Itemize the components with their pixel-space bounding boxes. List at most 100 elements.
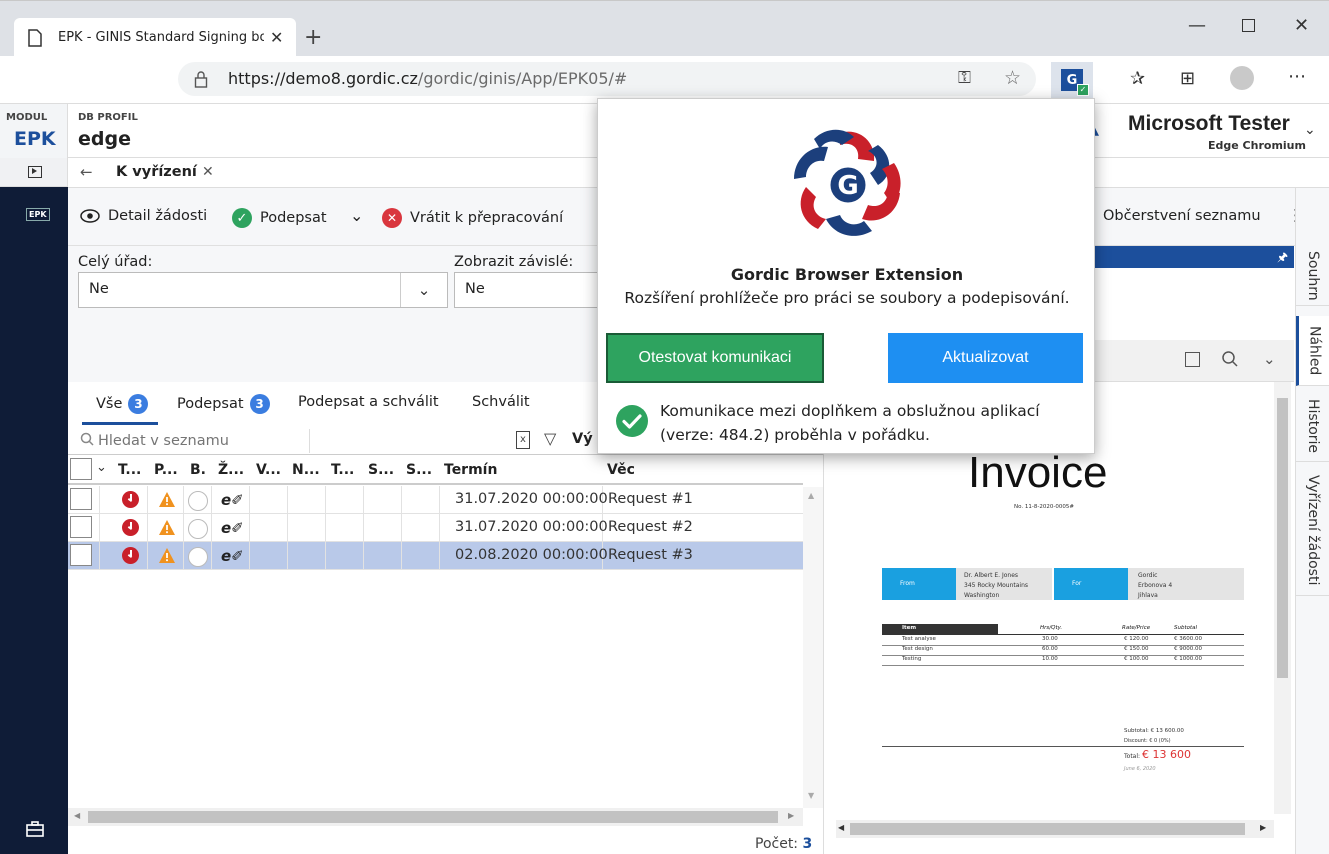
preview-hscroll-thumb[interactable] <box>850 823 1245 835</box>
table-vscroll[interactable]: ▲ ▼ <box>803 487 823 808</box>
signature-icon: e✐ <box>221 491 244 509</box>
search-icon <box>80 432 94 446</box>
invoice-col-item: Item <box>902 625 917 631</box>
favorites-icon[interactable]: ✰ <box>1130 68 1145 89</box>
tab-all[interactable]: Vše 3 <box>96 394 149 414</box>
row-checkbox[interactable] <box>70 516 92 538</box>
search-input[interactable] <box>98 429 310 453</box>
filter-icon[interactable]: ▽ <box>544 429 556 448</box>
table-row[interactable]: e✐ 02.08.2020 00:00:00 Request #3 <box>68 542 803 570</box>
test-communication-button[interactable]: Otestovat komunikaci <box>606 333 824 383</box>
col-header-s2[interactable]: S... <box>406 462 432 478</box>
briefcase-icon[interactable] <box>26 821 44 837</box>
col-header-n[interactable]: N... <box>292 462 320 478</box>
office-filter-select[interactable]: Ne <box>78 272 448 308</box>
more-menu-icon[interactable]: ⋯ <box>1288 66 1306 87</box>
preview-chevron-icon[interactable]: ⌄ <box>1263 350 1276 368</box>
nav-toggle[interactable] <box>0 158 68 187</box>
tab-sign[interactable]: Podepsat 3 <box>177 394 270 414</box>
gordic-extension-icon[interactable]: G ✓ <box>1051 62 1093 98</box>
invoice-item-cell: € 100.00 <box>1124 656 1149 662</box>
invoice-item-line <box>882 665 1244 666</box>
user-name[interactable]: Microsoft Tester <box>1128 112 1290 136</box>
minimize-icon[interactable]: — <box>1188 15 1206 36</box>
side-tab-historie[interactable]: Historie <box>1296 392 1329 462</box>
row-checkbox[interactable] <box>70 488 92 510</box>
sign-dropdown-icon[interactable]: ⌄ <box>350 206 363 225</box>
col-header-b[interactable]: B. <box>190 462 206 478</box>
invoice-date: June 6, 2020 <box>1124 766 1156 772</box>
breadcrumb-title[interactable]: K vyřízení <box>116 164 197 180</box>
col-header-termin[interactable]: Termín <box>444 462 497 478</box>
col-header-s[interactable]: S... <box>368 462 394 478</box>
back-arrow-icon[interactable]: ← <box>80 163 93 181</box>
toolbar-refresh[interactable]: Občerstvení seznamu <box>1103 208 1261 224</box>
row-checkbox[interactable] <box>70 544 92 566</box>
side-tab-vyrizeni[interactable]: Vyřízení žádosti <box>1296 466 1329 596</box>
scroll-left-icon[interactable]: ◀ <box>74 811 80 820</box>
tab-sign-approve[interactable]: Podepsat a schválit <box>298 394 439 410</box>
select-all-chevron-icon[interactable]: ⌄ <box>96 460 107 475</box>
zoom-search-icon[interactable] <box>1221 350 1239 368</box>
status-circle-icon <box>188 547 208 567</box>
status-line-1: Komunikace mezi doplňkem a obslužnou apl… <box>660 402 1040 420</box>
warning-icon <box>158 519 176 536</box>
key-icon[interactable]: ⚿ <box>958 68 971 88</box>
tab-approve[interactable]: Schválit <box>472 394 530 410</box>
scroll-up-icon[interactable]: ▲ <box>808 491 814 500</box>
scroll-right-icon[interactable]: ▶ <box>788 811 794 820</box>
status-circle-icon <box>188 491 208 511</box>
select-all-checkbox[interactable] <box>70 458 92 480</box>
col-header-t2[interactable]: T... <box>331 462 354 478</box>
office-filter-chevron-icon[interactable]: ⌄ <box>400 273 447 307</box>
dependent-filter-select[interactable]: Ne <box>454 272 604 308</box>
modul-block: MODUL EPK <box>0 104 68 158</box>
col-header-vec[interactable]: Věc <box>607 462 635 478</box>
side-tab-nahled[interactable]: Náhled <box>1296 316 1329 386</box>
return-button[interactable]: ✕ Vrátit k přepracování <box>382 208 563 228</box>
browser-tab[interactable]: EPK - GINIS Standard Signing bo ✕ <box>14 18 296 58</box>
side-tab-souhrn[interactable]: Souhrn <box>1296 246 1329 306</box>
preview-vscroll[interactable] <box>1274 382 1291 814</box>
pin-icon[interactable]: 🖈 <box>1277 248 1288 269</box>
db-profile-value: edge <box>78 128 131 150</box>
invoice-item-cell: Test analyse <box>902 636 936 642</box>
col-header-z[interactable]: Ž... <box>218 462 244 478</box>
table-row[interactable]: e✐ 31.07.2020 00:00:00 Request #2 <box>68 514 803 542</box>
update-button[interactable]: Aktualizovat <box>888 333 1083 383</box>
table-cell <box>326 542 364 570</box>
preview-scroll-thumb[interactable] <box>1277 398 1288 678</box>
dependent-filter-value: Ne <box>465 281 485 297</box>
scroll-thumb[interactable] <box>88 811 778 823</box>
col-header-p[interactable]: P... <box>154 462 178 478</box>
side-tabs: Souhrn Náhled Historie Vyřízení žádosti <box>1295 188 1329 854</box>
sign-button[interactable]: ✓ Podepsat <box>232 208 327 228</box>
preview-scroll-left-icon[interactable]: ◀ <box>838 823 844 832</box>
office-filter-value: Ne <box>89 281 109 297</box>
preview-hscroll[interactable]: ◀ ▶ <box>836 820 1274 838</box>
close-breadcrumb-icon[interactable]: ✕ <box>202 164 214 180</box>
preview-scroll-right-icon[interactable]: ▶ <box>1260 823 1266 832</box>
col-header-v[interactable]: V... <box>256 462 281 478</box>
table-row[interactable]: e✐ 31.07.2020 00:00:00 Request #1 <box>68 486 803 514</box>
excel-export-icon[interactable]: x <box>516 431 530 449</box>
success-check-icon <box>616 405 648 437</box>
nav-item-epk[interactable]: EPK <box>26 208 50 221</box>
collections-icon[interactable]: ⊞ <box>1180 68 1195 89</box>
close-window-icon[interactable]: ✕ <box>1294 15 1309 36</box>
fit-page-icon[interactable] <box>1185 352 1200 367</box>
dependent-filter-label: Zobrazit závislé: <box>454 254 574 270</box>
favorite-star-icon[interactable]: ☆ <box>1004 67 1021 89</box>
profile-avatar[interactable] <box>1230 66 1254 90</box>
user-menu-chevron-icon[interactable]: ⌄ <box>1304 122 1316 138</box>
close-tab-icon[interactable]: ✕ <box>270 28 283 47</box>
col-header-t[interactable]: T... <box>118 462 141 478</box>
address-bar[interactable]: https://demo8.gordic.cz/gordic/ginis/App… <box>178 62 1036 96</box>
detail-button[interactable]: Detail žádosti <box>80 208 207 224</box>
table-hscroll[interactable]: ◀ ▶ <box>68 808 803 826</box>
scroll-down-icon[interactable]: ▼ <box>808 791 814 800</box>
invoice-items-header-bar <box>882 624 998 634</box>
new-tab-icon[interactable]: + <box>304 25 322 50</box>
panel-toggle-icon[interactable] <box>28 166 42 178</box>
maximize-icon[interactable] <box>1242 19 1255 32</box>
